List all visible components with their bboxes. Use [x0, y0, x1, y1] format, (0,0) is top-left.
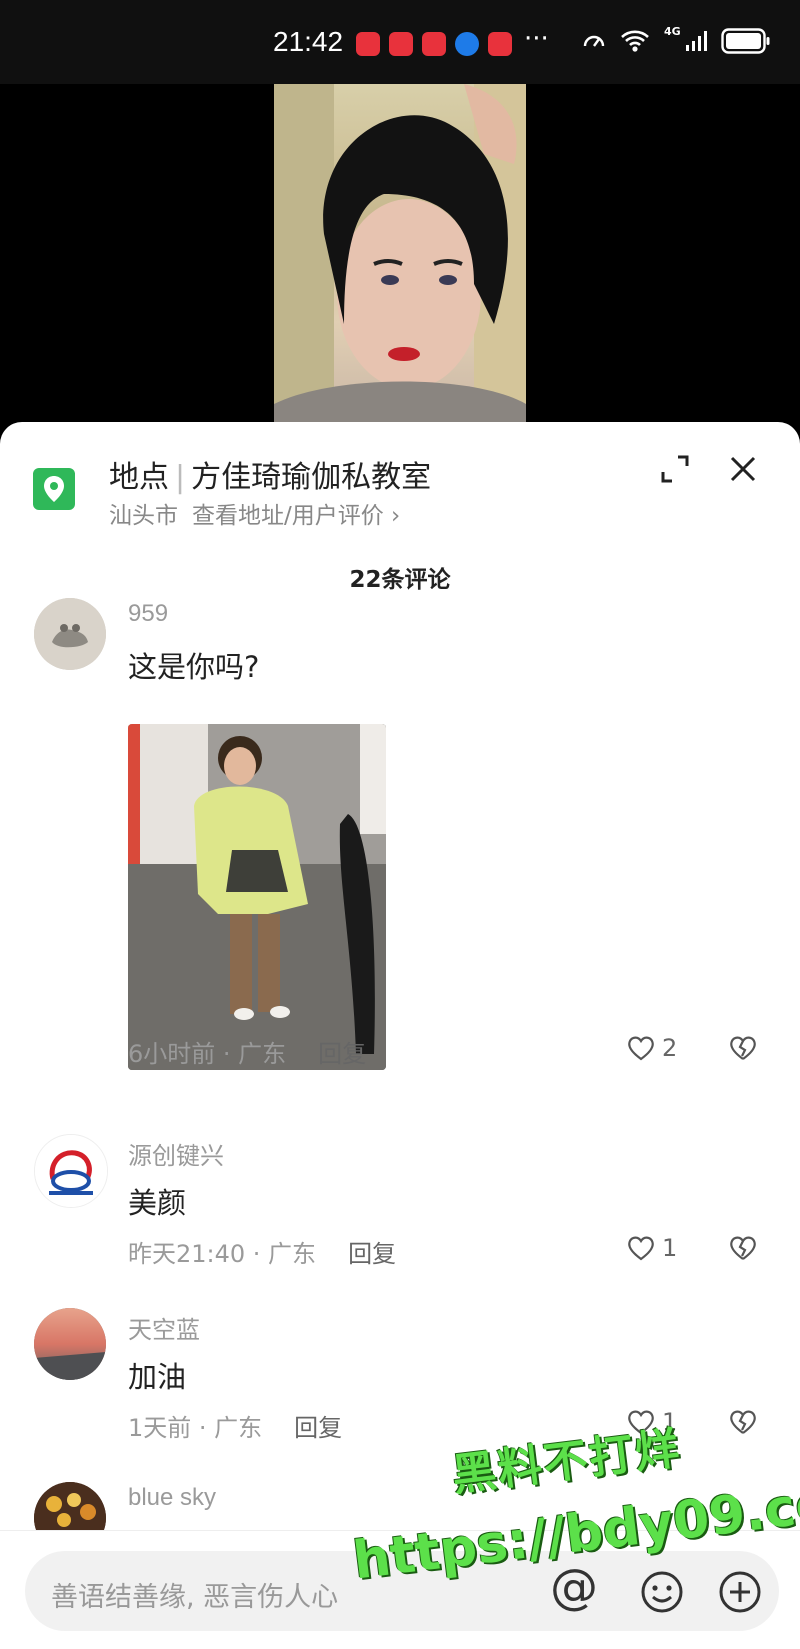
- avatar[interactable]: [34, 598, 106, 670]
- app-notification-icon: [356, 32, 380, 56]
- comment-time: 6小时前 · 广东: [128, 1040, 287, 1068]
- location-divider: |: [175, 460, 186, 495]
- comment-photo: [128, 724, 386, 1070]
- location-name: 方佳琦瑜伽私教室: [191, 460, 432, 495]
- comment-text: 这是你吗?: [128, 650, 260, 684]
- comment-meta: 昨天21:40 · 广东 回复: [128, 1234, 396, 1269]
- emoji-button[interactable]: [640, 1570, 684, 1614]
- like-count: 2: [662, 1034, 678, 1062]
- app-notification-icon: [389, 32, 413, 56]
- reply-button[interactable]: 回复: [318, 1040, 366, 1068]
- status-bar: 21:42 ··· 4G: [0, 0, 800, 84]
- battery-icon: [720, 28, 770, 54]
- expand-button[interactable]: [658, 452, 692, 486]
- avatar[interactable]: [34, 1134, 108, 1208]
- dislike-button[interactable]: [728, 1034, 758, 1066]
- location-details-link[interactable]: 查看地址/用户评价 ›: [192, 503, 400, 529]
- comment-time: 昨天21:40 · 广东: [128, 1240, 317, 1268]
- expand-icon: [661, 455, 689, 483]
- location-subtitle[interactable]: 汕头市 查看地址/用户评价 ›: [109, 496, 400, 530]
- broken-heart-icon: [730, 1410, 756, 1434]
- reply-button[interactable]: 回复: [294, 1414, 342, 1442]
- like-count: 1: [662, 1234, 678, 1262]
- app-notification-icon: [455, 32, 479, 56]
- close-button[interactable]: [726, 452, 760, 486]
- comment-meta: 1天前 · 广东 回复: [128, 1408, 342, 1443]
- location-pin-icon: [33, 468, 75, 510]
- like-button[interactable]: 1: [626, 1234, 677, 1262]
- signal-icon: [685, 31, 707, 51]
- mention-at-button[interactable]: @: [550, 1559, 598, 1615]
- video-person-image: [274, 84, 526, 424]
- more-notifications-icon: ···: [524, 24, 549, 54]
- comment-meta: 6小时前 · 广东 回复: [128, 1034, 366, 1069]
- close-icon: [730, 456, 756, 482]
- notification-icons: [356, 32, 512, 56]
- comment-count: 22条评论: [349, 567, 451, 593]
- broken-heart-icon: [730, 1036, 756, 1060]
- heart-icon: [628, 1036, 654, 1061]
- speed-icon: [583, 35, 605, 47]
- comment-time: 1天前 · 广东: [128, 1414, 263, 1442]
- comment-username[interactable]: 源创键兴: [128, 1136, 224, 1171]
- location-label: 地点: [109, 460, 169, 495]
- emoji-icon: [641, 1571, 683, 1613]
- plus-icon: [719, 1571, 761, 1613]
- app-notification-icon: [488, 32, 512, 56]
- comment-image[interactable]: [128, 724, 386, 1070]
- wifi-icon: [621, 30, 649, 52]
- add-button[interactable]: [718, 1570, 762, 1614]
- network-type: 4G: [664, 25, 681, 38]
- like-button[interactable]: 2: [626, 1034, 677, 1062]
- comment-username[interactable]: 959: [128, 600, 168, 628]
- avatar[interactable]: [34, 1308, 106, 1380]
- comment-item: 天空蓝 加油 1天前 · 广东 回复 1: [0, 1308, 800, 1442]
- dislike-button[interactable]: [728, 1234, 758, 1266]
- video-thumbnail[interactable]: [274, 84, 526, 424]
- comment-item: 源创键兴 美颜 昨天21:40 · 广东 回复 1: [0, 1134, 800, 1268]
- comment-item: 959 这是你吗? 6小时前 · 广东 回复 2: [0, 598, 800, 1070]
- comment-username[interactable]: blue sky: [128, 1484, 216, 1512]
- location-city: 汕头市: [109, 503, 178, 529]
- broken-heart-icon: [730, 1236, 756, 1260]
- comment-text: 加油: [128, 1360, 187, 1394]
- app-notification-icon: [422, 32, 446, 56]
- heart-icon: [628, 1236, 654, 1261]
- reply-button[interactable]: 回复: [348, 1240, 396, 1268]
- status-time: 21:42: [273, 26, 344, 57]
- location-title[interactable]: 地点 | 方佳琦瑜伽私教室: [109, 452, 431, 496]
- comment-text: 美颜: [128, 1186, 187, 1220]
- dislike-button[interactable]: [728, 1408, 758, 1440]
- comment-username[interactable]: 天空蓝: [128, 1310, 200, 1345]
- comment-input-placeholder: 善语结善缘, 恶言伤人心: [51, 1582, 339, 1613]
